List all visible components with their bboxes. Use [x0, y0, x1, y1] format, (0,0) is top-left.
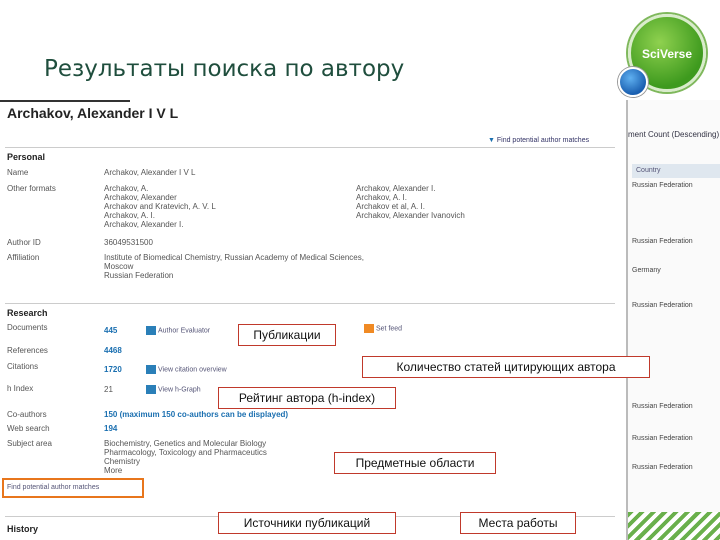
citations-count[interactable]: 1720 — [104, 365, 122, 374]
documents-count[interactable]: 445 — [104, 326, 117, 335]
chart-icon — [146, 365, 156, 374]
callout-subject-areas: Предметные области — [334, 452, 496, 474]
other-format: Archakov, Alexander I. — [104, 220, 184, 229]
affiliation-value: Institute of Biomedical Chemistry, Russi… — [104, 253, 364, 280]
citation-overview-label: View citation overview — [158, 366, 227, 374]
country-cell: Russian Federation — [632, 464, 693, 471]
author-evaluator-label: Author Evaluator — [158, 327, 211, 335]
divider — [5, 303, 615, 304]
callout-hindex: Рейтинг автора (h-index) — [218, 387, 396, 409]
country-cell: Russian Federation — [628, 299, 720, 319]
other-format: Archakov et al, A. I. — [356, 202, 425, 211]
find-potential-matches-link[interactable]: Find potential author matches — [2, 478, 144, 498]
other-format: Archakov, A. — [104, 184, 149, 193]
callout-workplaces: Места работы — [460, 512, 576, 534]
country-cell: Russian Federation — [628, 432, 720, 452]
affiliation-line: Russian Federation — [104, 271, 174, 280]
other-formats-right: Archakov, Alexander I. Archakov, A. I. A… — [356, 184, 465, 220]
country-cell: Russian Federation — [628, 235, 720, 255]
triangle-icon: ▼ — [488, 137, 497, 144]
globe-icon — [618, 67, 648, 97]
sort-order-select[interactable]: ment Count (Descending) — [628, 130, 719, 139]
find-matches-label: Find potential author matches — [496, 137, 590, 144]
documents-label: Documents — [7, 323, 48, 332]
callout-publications: Публикации — [238, 324, 336, 346]
author-id-value: 36049531500 — [104, 238, 153, 247]
author-id-label: Author ID — [7, 238, 41, 247]
country-header: Country — [632, 164, 720, 178]
personal-heading: Personal — [7, 152, 46, 162]
slide-title: Результаты поиска по автору — [44, 56, 405, 82]
right-panel: ment Count (Descending) Country Russian … — [626, 100, 720, 540]
citation-overview-link[interactable]: View citation overview — [146, 365, 227, 374]
other-format: Archakov and Kratevich, A. V. L — [104, 202, 216, 211]
author-evaluator-link[interactable]: Author Evaluator — [146, 326, 210, 335]
web-search-label: Web search — [7, 424, 50, 433]
callout-citing-articles: Количество статей цитирующих автора — [362, 356, 650, 378]
divider — [5, 147, 615, 148]
find-matches-link[interactable]: ▼ Find potential author matches — [488, 137, 589, 144]
affiliation-line: Moscow — [104, 262, 134, 271]
country-cell: Russian Federation — [632, 182, 693, 189]
references-count[interactable]: 4468 — [104, 346, 122, 355]
coauthors-value[interactable]: 150 (maximum 150 co-authors can be displ… — [104, 410, 288, 419]
other-formats-label: Other formats — [7, 184, 56, 193]
subject-item: Chemistry — [104, 457, 141, 466]
name-label: Name — [7, 168, 29, 177]
web-search-value[interactable]: 194 — [104, 424, 117, 433]
hindex-label: h Index — [7, 384, 34, 393]
history-heading: History — [7, 524, 39, 534]
name-value: Archakov, Alexander I V L — [104, 168, 196, 177]
h-graph-link[interactable]: View h-Graph — [146, 385, 201, 394]
rss-label: Set feed — [376, 325, 403, 333]
author-name: Archakov, Alexander I V L — [7, 105, 179, 121]
subject-area-label: Subject area — [7, 439, 52, 448]
affiliation-label: Affiliation — [7, 253, 40, 262]
coauthors-label: Co-authors — [7, 410, 47, 419]
other-format: Archakov, Alexander Ivanovich — [356, 211, 465, 220]
other-format: Archakov, A. I. — [104, 211, 155, 220]
find-potential-matches-label: Find potential author matches — [7, 484, 100, 491]
country-cell: Germany — [632, 267, 661, 274]
h-graph-label: View h-Graph — [158, 386, 201, 394]
chart-icon — [146, 326, 156, 335]
other-format: Archakov, Alexander — [104, 193, 177, 202]
other-format: Archakov, A. I. — [356, 193, 407, 202]
subject-item: Biochemistry, Genetics and Molecular Bio… — [104, 439, 267, 448]
subject-area-list: Biochemistry, Genetics and Molecular Bio… — [104, 439, 267, 475]
citations-label: Citations — [7, 362, 39, 371]
subject-more-link[interactable]: More — [104, 466, 267, 475]
rss-icon — [364, 324, 374, 333]
rss-link[interactable]: Set feed — [364, 324, 402, 333]
research-heading: Research — [7, 308, 48, 318]
country-cell: Russian Federation — [632, 403, 693, 410]
other-formats-left: Archakov, A. Archakov, Alexander Archako… — [104, 184, 216, 229]
callout-sources: Источники публикаций — [218, 512, 396, 534]
other-format: Archakov, Alexander I. — [356, 184, 436, 193]
graph-icon — [146, 385, 156, 394]
affiliation-line: Institute of Biomedical Chemistry, Russi… — [104, 253, 364, 262]
decorative-stripes — [628, 512, 720, 540]
logo-text: SciVerse — [641, 47, 693, 61]
references-label: References — [7, 346, 48, 355]
hindex-value: 21 — [104, 385, 113, 394]
divider — [0, 100, 130, 102]
subject-item: Pharmacology, Toxicology and Pharmaceuti… — [104, 448, 267, 457]
